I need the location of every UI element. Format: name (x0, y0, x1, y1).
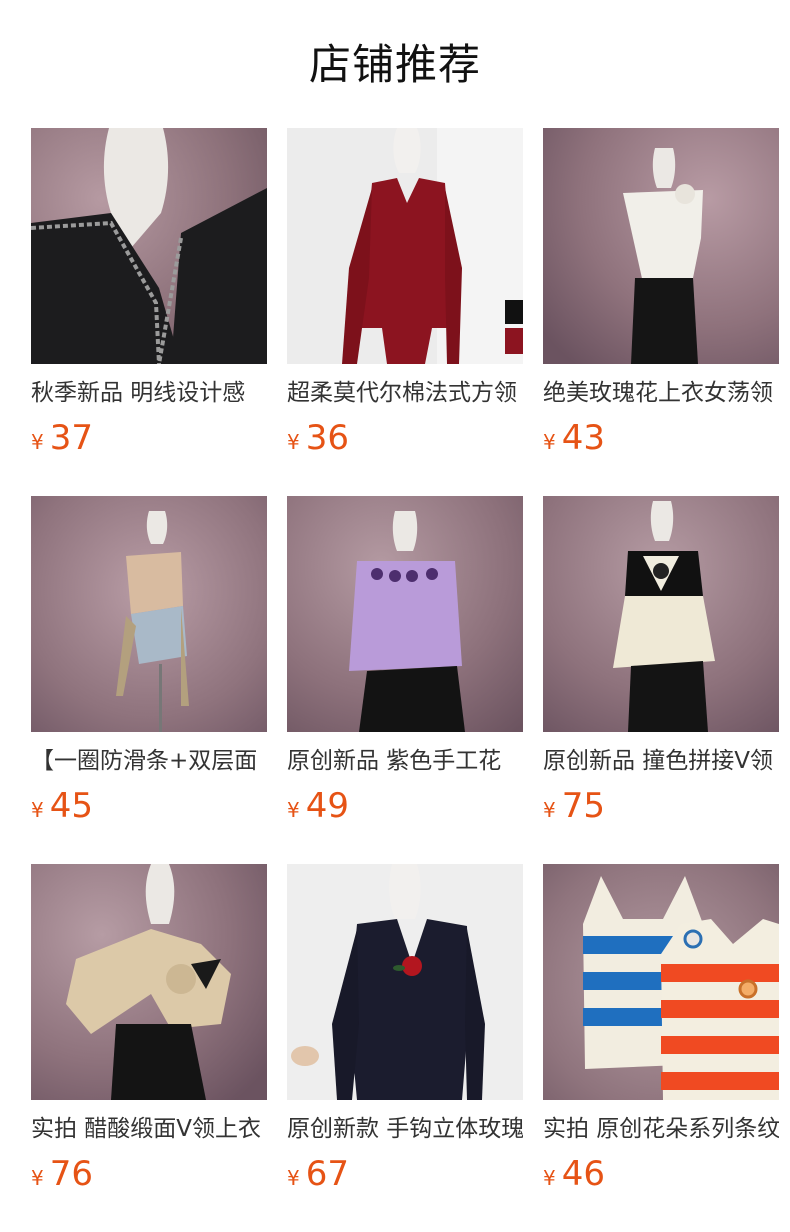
product-image (543, 128, 779, 364)
product-price: ¥49 (287, 784, 349, 828)
product-thumbnail[interactable] (31, 128, 267, 364)
product-name[interactable]: 原创新款 手钩立体玫瑰 (287, 1111, 523, 1147)
currency-symbol: ¥ (31, 430, 44, 454)
page-title: 店铺推荐 (308, 40, 481, 89)
product-price: ¥37 (31, 416, 93, 460)
product-price: ¥75 (543, 784, 605, 828)
product-card[interactable]: 实拍 醋酸缎面V领上衣 ¥76 (31, 864, 267, 1232)
product-name[interactable]: 原创新品 紫色手工花 (287, 743, 523, 779)
product-thumbnail[interactable] (543, 128, 779, 364)
product-price: ¥43 (543, 416, 605, 460)
product-thumbnail[interactable] (287, 864, 523, 1100)
currency-symbol: ¥ (543, 1166, 556, 1190)
product-price: ¥36 (287, 416, 349, 460)
product-card[interactable]: 【一圈防滑条+双层面 ¥45 (31, 496, 267, 864)
price-amount: 76 (49, 1154, 93, 1194)
price-amount: 75 (561, 786, 605, 826)
price-amount: 67 (305, 1154, 349, 1194)
currency-symbol: ¥ (287, 798, 300, 822)
product-card[interactable]: 超柔莫代尔棉法式方领 ¥36 (287, 128, 523, 496)
currency-symbol: ¥ (31, 798, 44, 822)
currency-symbol: ¥ (31, 1166, 44, 1190)
product-price: ¥67 (287, 1152, 349, 1196)
price-amount: 45 (49, 786, 93, 826)
price-amount: 36 (305, 418, 349, 458)
product-card[interactable]: 原创新品 撞色拼接V领 ¥75 (543, 496, 779, 864)
product-name[interactable]: 原创新品 撞色拼接V领 (543, 743, 779, 779)
price-amount: 43 (561, 418, 605, 458)
product-thumbnail[interactable] (287, 128, 523, 364)
product-image (31, 864, 267, 1100)
currency-symbol: ¥ (543, 430, 556, 454)
product-image (287, 496, 523, 732)
product-name[interactable]: 【一圈防滑条+双层面 (31, 743, 267, 779)
product-price: ¥45 (31, 784, 93, 828)
currency-symbol: ¥ (287, 430, 300, 454)
currency-symbol: ¥ (287, 1166, 300, 1190)
product-name[interactable]: 绝美玫瑰花上衣女荡领 (543, 375, 779, 411)
product-image (31, 128, 267, 364)
product-price: ¥76 (31, 1152, 93, 1196)
currency-symbol: ¥ (543, 798, 556, 822)
product-thumbnail[interactable] (543, 496, 779, 732)
product-image (543, 864, 779, 1100)
product-thumbnail[interactable] (31, 496, 267, 732)
product-image (287, 128, 523, 364)
price-amount: 49 (305, 786, 349, 826)
product-price: ¥46 (543, 1152, 605, 1196)
product-thumbnail[interactable] (287, 496, 523, 732)
product-name[interactable]: 超柔莫代尔棉法式方领 (287, 375, 523, 411)
product-card[interactable]: 秋季新品 明线设计感 ¥37 (31, 128, 267, 496)
product-name[interactable]: 实拍 醋酸缎面V领上衣 (31, 1111, 267, 1147)
product-card[interactable]: 绝美玫瑰花上衣女荡领 ¥43 (543, 128, 779, 496)
price-amount: 46 (561, 1154, 605, 1194)
product-grid: 秋季新品 明线设计感 ¥37 超柔莫代尔棉法式方领 ¥36 绝美玫瑰花上衣女荡领… (31, 128, 790, 1232)
product-image (31, 496, 267, 732)
product-thumbnail[interactable] (31, 864, 267, 1100)
product-thumbnail[interactable] (543, 864, 779, 1100)
product-name[interactable]: 秋季新品 明线设计感 (31, 375, 267, 411)
product-name[interactable]: 实拍 原创花朵系列条纹 (543, 1111, 779, 1147)
product-image (287, 864, 523, 1100)
product-image (543, 496, 779, 732)
product-card[interactable]: 原创新品 紫色手工花 ¥49 (287, 496, 523, 864)
product-card[interactable]: 实拍 原创花朵系列条纹 ¥46 (543, 864, 779, 1232)
product-card[interactable]: 原创新款 手钩立体玫瑰 ¥67 (287, 864, 523, 1232)
price-amount: 37 (49, 418, 93, 458)
